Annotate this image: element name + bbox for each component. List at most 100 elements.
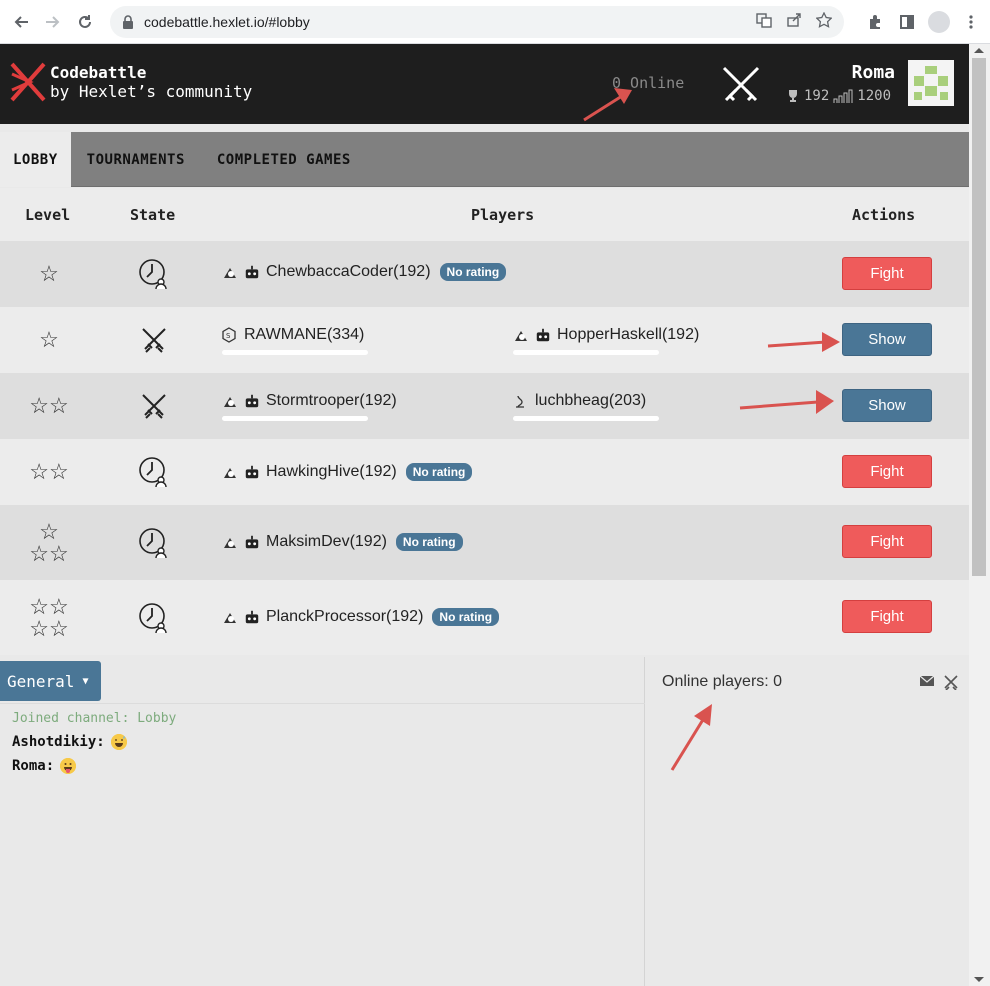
back-icon[interactable]	[8, 9, 34, 35]
fight-button[interactable]: Fight	[842, 455, 932, 488]
scroll-down-icon[interactable]	[974, 977, 984, 982]
scroll-up-icon[interactable]	[974, 48, 984, 53]
show-button[interactable]: Show	[842, 323, 932, 356]
codebattle-logo-icon	[10, 62, 46, 102]
app-header: Codebattle by Hexlet’s community 0 Onlin…	[0, 44, 969, 124]
panel-icons	[919, 674, 959, 695]
lang-icon	[513, 327, 529, 343]
level-stars: ☆☆ ☆☆	[0, 580, 98, 655]
table-row: ☆ ChewbaccaCoder(192) No rating Fight	[0, 241, 969, 307]
games-table: Level State Players Actions ☆ ChewbaccaC…	[0, 188, 969, 655]
star-icon: ☆☆	[29, 615, 69, 641]
tongue-out-emoji-icon	[60, 758, 77, 774]
lang-icon	[513, 393, 529, 409]
chat-message: Ashotdikiy:	[12, 734, 127, 750]
player-name: PlanckProcessor(192)	[266, 608, 424, 625]
profile-icon[interactable]	[928, 10, 950, 33]
player[interactable]: HopperHaskell(192)	[513, 326, 699, 344]
robot-icon	[244, 464, 260, 480]
share-icon[interactable]	[786, 12, 802, 31]
channel-dropdown[interactable]: General ▼	[0, 661, 101, 701]
table-row: ☆ ☆☆ MaksimDev(192) No rating Fight	[0, 505, 969, 580]
progress-bar	[513, 350, 659, 355]
system-message: Joined channel: Lobby	[12, 711, 177, 726]
message-author: Ashotdikiy:	[12, 734, 105, 750]
status-badge: No rating	[439, 263, 507, 281]
playing-state-icon	[130, 307, 178, 373]
table-row: ☆☆ Stormtrooper(192) luchbheag(203) Show	[0, 373, 969, 439]
online-players-title: Online players: 0	[662, 673, 783, 690]
tab-lobby[interactable]: LOBBY	[0, 132, 71, 187]
forward-icon[interactable]	[40, 9, 66, 35]
lock-icon	[123, 14, 133, 29]
waiting-state-icon	[130, 439, 178, 505]
star-icon: ☆☆	[29, 393, 69, 418]
extensions-icon[interactable]	[864, 11, 886, 33]
user-name[interactable]: Roma	[852, 62, 895, 83]
player-name: RAWMANE(334)	[244, 326, 365, 343]
table-row: ☆☆ HawkingHive(192) No rating Fight	[0, 439, 969, 505]
waiting-state-icon	[130, 241, 178, 307]
logo-title: Codebattle	[50, 63, 147, 82]
channel-label: General	[7, 671, 75, 691]
robot-icon	[244, 393, 260, 409]
player[interactable]: S RAWMANE(334)	[222, 326, 364, 344]
column-state: State	[130, 206, 176, 224]
show-button[interactable]: Show	[842, 389, 932, 422]
smiling-sweat-emoji-icon	[110, 734, 127, 750]
player-name: ChewbaccaCoder(192)	[266, 263, 431, 280]
translate-icon[interactable]	[756, 12, 772, 31]
level-stars: ☆	[0, 241, 98, 307]
level-stars: ☆☆	[0, 439, 98, 505]
online-count: 0 Online	[612, 74, 685, 92]
lang-icon	[222, 264, 238, 280]
rating-chart-icon	[833, 89, 853, 103]
column-level: Level	[25, 206, 71, 224]
lang-icon	[222, 464, 238, 480]
menu-kebab-icon[interactable]	[960, 11, 982, 33]
fight-button[interactable]: Fight	[842, 525, 932, 558]
tab-tournaments[interactable]: TOURNAMENTS	[71, 132, 201, 187]
caret-down-icon: ▼	[82, 675, 89, 687]
player[interactable]: PlanckProcessor(192) No rating	[222, 608, 500, 626]
crossed-swords-icon[interactable]	[718, 64, 764, 111]
status-badge: No rating	[432, 608, 500, 626]
player[interactable]: ChewbaccaCoder(192) No rating	[222, 263, 507, 281]
bookmark-star-icon[interactable]	[815, 11, 833, 31]
chat-panel: General ▼ Joined channel: Lobby Ashotdik…	[0, 657, 645, 986]
player[interactable]: MaksimDev(192) No rating	[222, 533, 463, 551]
message-author: Roma:	[12, 758, 55, 774]
level-stars: ☆	[0, 307, 98, 373]
avatar[interactable]	[908, 60, 954, 106]
status-badge: No rating	[395, 533, 463, 551]
address-bar[interactable]: codebattle.hexlet.io/#lobby	[110, 5, 844, 38]
lang-icon	[222, 534, 238, 550]
crossed-swords-icon[interactable]	[943, 674, 959, 695]
url-text: codebattle.hexlet.io/#lobby	[144, 13, 310, 30]
page-scrollbar[interactable]	[969, 44, 990, 986]
player[interactable]: luchbheag(203)	[513, 392, 646, 410]
lang-icon	[222, 609, 238, 625]
progress-bar	[222, 416, 368, 421]
envelope-icon[interactable]	[919, 674, 935, 695]
side-panel-icon[interactable]	[896, 11, 918, 33]
reload-icon[interactable]	[72, 9, 98, 35]
robot-icon	[244, 264, 260, 280]
star-icon: ☆	[39, 327, 59, 352]
chat-message: Roma:	[12, 758, 77, 774]
player-name: luchbheag(203)	[535, 392, 647, 409]
divider	[0, 703, 645, 704]
star-icon: ☆	[39, 261, 59, 286]
column-players: Players	[471, 206, 535, 224]
logo[interactable]: Codebattle by Hexlet’s community	[10, 62, 252, 102]
scroll-thumb[interactable]	[972, 58, 986, 576]
player[interactable]: Stormtrooper(192)	[222, 392, 397, 410]
svg-text:S: S	[226, 332, 231, 340]
waiting-state-icon	[130, 580, 178, 655]
fight-button[interactable]: Fight	[842, 257, 932, 290]
player-name: MaksimDev(192)	[266, 533, 387, 550]
tab-completed-games[interactable]: COMPLETED GAMES	[201, 132, 367, 187]
fight-button[interactable]: Fight	[842, 600, 932, 633]
robot-icon	[244, 609, 260, 625]
player[interactable]: HawkingHive(192) No rating	[222, 463, 473, 481]
